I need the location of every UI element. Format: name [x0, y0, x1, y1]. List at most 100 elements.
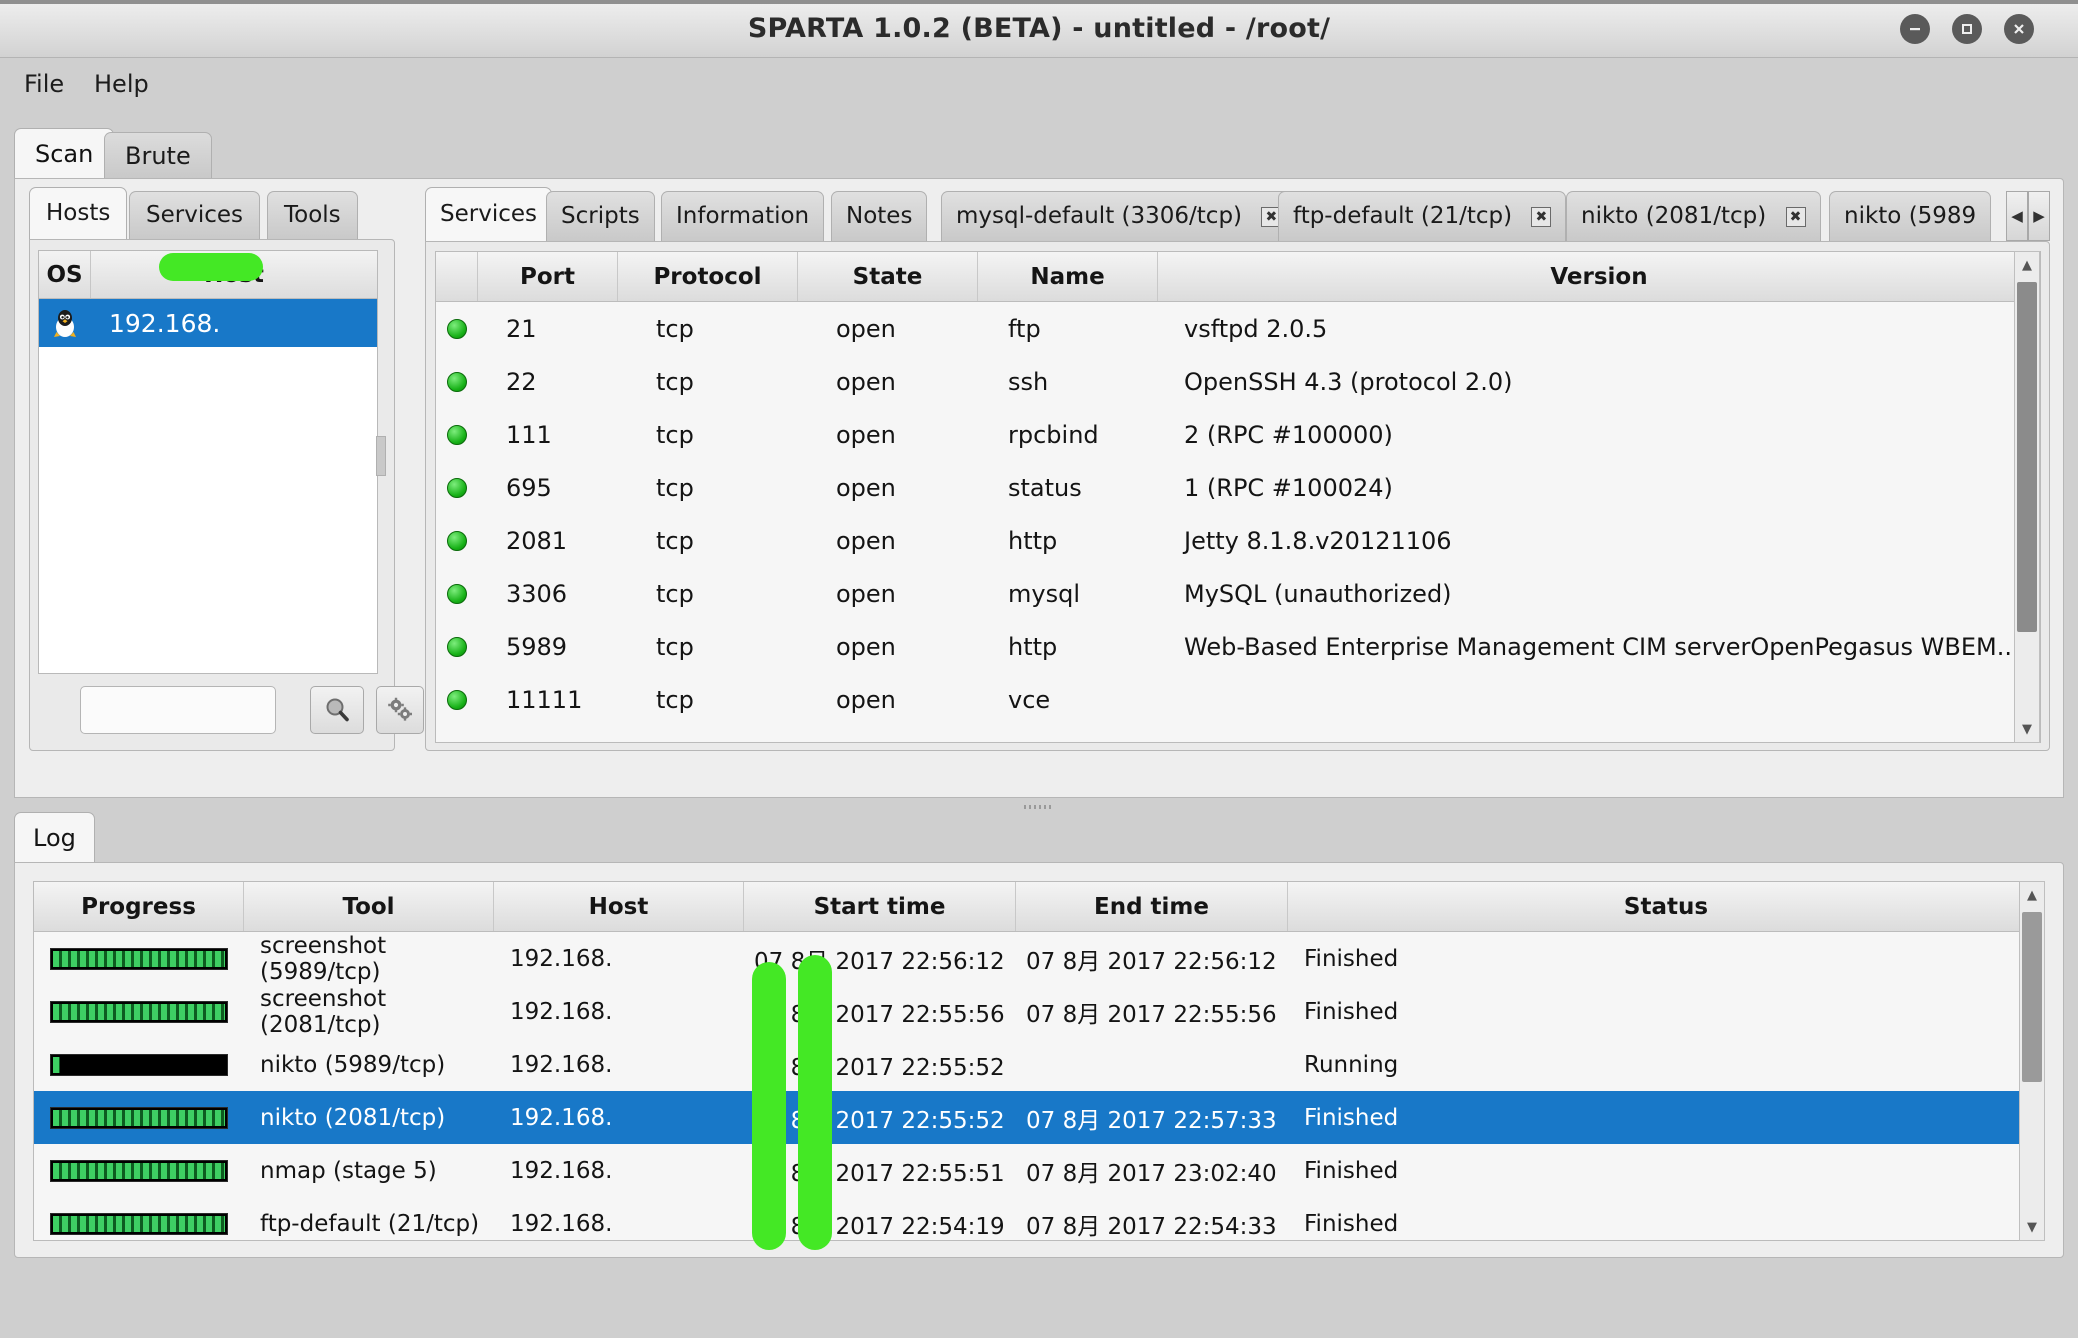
services-table-row[interactable]: 3306 tcp open mysql MySQL (unauthorized)	[436, 567, 2040, 620]
cell-protocol: tcp	[656, 632, 694, 661]
cell-start-time: 07 8月 2017 22:56:12	[754, 948, 1005, 975]
tab-hosts[interactable]: Hosts	[29, 187, 128, 239]
column-header-os[interactable]: OS	[39, 251, 91, 298]
maximize-button[interactable]	[1952, 14, 1982, 44]
tab-label: Notes	[846, 203, 913, 229]
right-panel: Services Scripts Information Notes mysql…	[425, 187, 2050, 787]
cell-status: Finished	[1304, 945, 1399, 972]
scroll-down-icon[interactable]: ▼	[2015, 716, 2039, 742]
hosts-splitter-handle[interactable]	[376, 436, 386, 476]
column-header-log-host[interactable]: Host	[494, 882, 744, 931]
cell-log-host: 192.168.	[510, 1157, 613, 1184]
log-table-row[interactable]: nikto (5989/tcp) 192.168. 07 8月 2017 22:55…	[34, 1038, 2044, 1091]
scan-page: Hosts Services Tools OS Host	[14, 178, 2064, 798]
services-table-row[interactable]: 111 tcp open rpcbind 2 (RPC #100000)	[436, 408, 2040, 461]
cell-version: 1 (RPC #100024)	[1184, 473, 1393, 502]
menu-item-file[interactable]: File	[18, 70, 70, 98]
column-header-version[interactable]: Version	[1158, 252, 2040, 301]
services-table-row[interactable]: 695 tcp open status 1 (RPC #100024)	[436, 461, 2040, 514]
services-table-row[interactable]: 2081 tcp open http Jetty 8.1.8.v20121106	[436, 514, 2040, 567]
services-table-row[interactable]: 22 tcp open ssh OpenSSH 4.3 (protocol 2.0)	[436, 355, 2040, 408]
cell-name: mysql	[1008, 579, 1080, 608]
scroll-down-icon[interactable]: ▼	[2020, 1214, 2044, 1240]
tab-services[interactable]: Services	[425, 187, 552, 241]
tab-scroll-left-icon[interactable]: ◀	[2006, 191, 2028, 241]
cell-protocol: tcp	[656, 473, 694, 502]
tab-tools[interactable]: Tools	[267, 191, 358, 239]
tab-nikto-5989[interactable]: nikto (5989	[1829, 191, 1992, 241]
port-status-icon	[436, 424, 478, 445]
log-vertical-scrollbar[interactable]: ▲ ▼	[2019, 881, 2045, 1241]
progress-bar	[50, 1106, 228, 1129]
column-header-status[interactable]: Status	[1288, 882, 2044, 931]
port-status-icon	[436, 689, 478, 710]
cell-version: OpenSSH 4.3 (protocol 2.0)	[1184, 367, 1513, 396]
services-table-header: Port Protocol State Name Version	[436, 252, 2040, 302]
log-table-row[interactable]: screenshot (2081/tcp) 192.168. 07 8月 2017 …	[34, 985, 2044, 1038]
tab-brute[interactable]: Brute	[104, 132, 212, 180]
column-header-state[interactable]: State	[798, 252, 978, 301]
cell-tool: nikto (2081/tcp)	[260, 1104, 446, 1131]
services-table-row[interactable]: 5989 tcp open http Web-Based Enterprise Mana…	[436, 620, 2040, 673]
close-icon[interactable]: ✖	[1785, 207, 1806, 227]
scrollbar-thumb[interactable]	[2017, 282, 2037, 632]
log-table-body: screenshot (5989/tcp) 192.168. 07 8月 2017 …	[34, 932, 2044, 1240]
window-title: SPARTA 1.0.2 (BETA) - untitled - /root/	[747, 13, 1331, 44]
cell-progress	[34, 1106, 244, 1129]
cell-progress	[34, 1053, 244, 1076]
services-table-row[interactable]: 11111 tcp open vce	[436, 673, 2040, 726]
log-table[interactable]: Progress Tool Host Start time End time S…	[33, 881, 2045, 1241]
tool-settings-button[interactable]	[376, 686, 424, 734]
cell-state: open	[836, 526, 896, 555]
hosts-table-row[interactable]: 192.168.	[39, 253, 377, 347]
scrollbar-thumb[interactable]	[2022, 912, 2042, 1082]
log-table-row[interactable]: ftp-default (21/tcp) 192.168. 07 8月 2017 2…	[34, 1197, 2044, 1240]
search-button[interactable]	[310, 686, 364, 734]
log-table-row[interactable]: nmap (stage 5) 192.168. 07 8月 2017 22:55:5…	[34, 1144, 2044, 1197]
cell-protocol: tcp	[656, 579, 694, 608]
log-table-row[interactable]: screenshot (5989/tcp) 192.168. 07 8月 2017 …	[34, 932, 2044, 985]
tab-nikto-2081[interactable]: nikto (2081/tcp) ✖	[1566, 191, 1821, 241]
column-header-start-time[interactable]: Start time	[744, 882, 1016, 931]
tab-scripts[interactable]: Scripts	[546, 191, 655, 241]
tab-scroll-right-icon[interactable]: ▶	[2028, 191, 2050, 241]
log-table-row[interactable]: nikto (2081/tcp) 192.168. 07 8月 2017 22:55…	[34, 1091, 2044, 1144]
tab-left-services[interactable]: Services	[129, 191, 260, 239]
scroll-up-icon[interactable]: ▲	[2020, 882, 2044, 908]
tab-label: nikto (5989	[1844, 203, 1977, 229]
log-frame: Progress Tool Host Start time End time S…	[14, 862, 2064, 1258]
host-search-row	[38, 686, 424, 736]
column-header-name[interactable]: Name	[978, 252, 1158, 301]
cell-state: open	[836, 632, 896, 661]
magnifier-icon	[326, 698, 349, 722]
main-tab-strip: Scan Brute	[14, 128, 2064, 180]
cell-version: 2 (RPC #100000)	[1184, 420, 1393, 449]
services-table[interactable]: Port Protocol State Name Version 21 tcp op…	[435, 251, 2041, 743]
close-button[interactable]	[2004, 14, 2034, 44]
cell-version: MySQL (unauthorized)	[1184, 579, 1452, 608]
column-header-protocol[interactable]: Protocol	[618, 252, 798, 301]
port-status-icon	[436, 318, 478, 339]
menu-item-help[interactable]: Help	[88, 70, 155, 98]
hosts-table[interactable]: OS Host 1	[38, 250, 386, 674]
tab-scan[interactable]: Scan	[14, 128, 115, 180]
port-status-icon	[436, 477, 478, 498]
close-icon[interactable]: ✖	[1531, 207, 1552, 227]
tab-mysql-default-3306[interactable]: mysql-default (3306/tcp) ✖	[941, 191, 1297, 241]
tab-ftp-default-21[interactable]: ftp-default (21/tcp) ✖	[1278, 191, 1567, 241]
tab-log[interactable]: Log	[14, 812, 95, 864]
minimize-button[interactable]	[1900, 14, 1930, 44]
search-input[interactable]	[80, 686, 276, 734]
splitter-grip	[1024, 805, 1054, 809]
tab-notes[interactable]: Notes	[831, 191, 928, 241]
tab-label: Services	[440, 201, 537, 227]
services-table-row[interactable]: 21 tcp open ftp vsftpd 2.0.5	[436, 302, 2040, 355]
services-vertical-scrollbar[interactable]: ▲ ▼	[2014, 251, 2040, 743]
column-header-tool[interactable]: Tool	[244, 882, 494, 931]
tab-label: nikto (2081/tcp)	[1581, 203, 1767, 229]
scroll-up-icon[interactable]: ▲	[2015, 252, 2039, 278]
column-header-progress[interactable]: Progress	[34, 882, 244, 931]
column-header-port[interactable]: Port	[478, 252, 618, 301]
tab-information[interactable]: Information	[661, 191, 825, 241]
column-header-end-time[interactable]: End time	[1016, 882, 1288, 931]
